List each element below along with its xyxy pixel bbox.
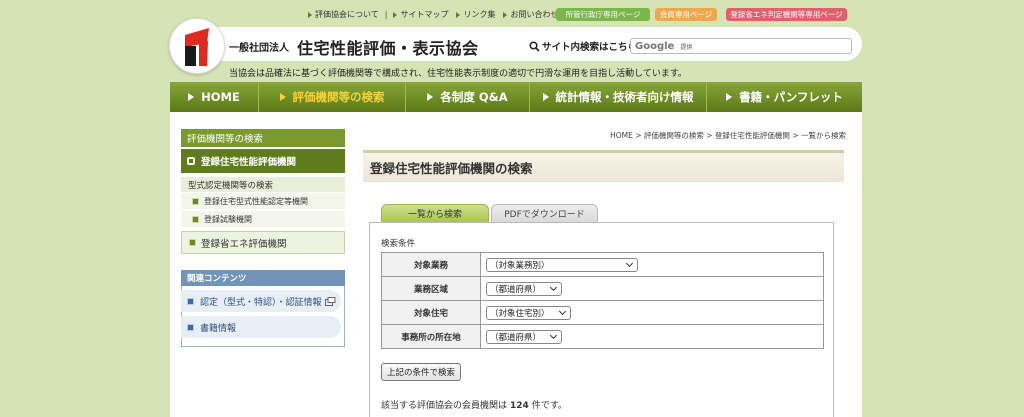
search-input[interactable]: Google 提供 [630, 38, 852, 54]
chevron-down-icon [549, 331, 558, 339]
arrow-icon [542, 93, 549, 101]
utility-links: 評価協会について | サイトマップ リンク集 お問い合わせ [308, 9, 566, 20]
nav-qa[interactable]: 各制度 Q&A [406, 82, 530, 112]
table-row: 対象住宅 （対象住宅別） [381, 300, 824, 325]
nav-statistics[interactable]: 統計情報・技術者向け情報 [530, 82, 707, 112]
triangle-icon [456, 11, 461, 18]
sidebar-subitem-testing[interactable]: 登録試験機関 [181, 211, 345, 228]
tagline: 当協会は品確法に基づく評価機関等で構成され、住宅性能表示制度の適切で円滑な運用を… [229, 69, 687, 79]
conditions-table: 対象業務 （対象業務別） 業務区域 （都道府県） 対象住宅 （対象住宅別） 事務… [381, 252, 824, 349]
square-bullet-icon [187, 323, 194, 331]
table-row: 対象業務 （対象業務別） [381, 252, 824, 277]
logo-mark-icon [185, 28, 209, 66]
external-window-icon [324, 296, 336, 306]
nav-home[interactable]: HOME [170, 82, 259, 112]
sidebar-item-energy[interactable]: 登録省エネ評価機関 [181, 231, 345, 254]
nav-books[interactable]: 書籍・パンフレット [707, 82, 862, 112]
sidebar-subtitle: 型式認定機関等の検索 [181, 177, 345, 192]
main-nav: HOME 評価機関等の検索 各制度 Q&A 統計情報・技術者向け情報 書籍・パン… [170, 82, 862, 112]
row-label: 事務所の所在地 [381, 324, 481, 349]
sidebar-heading: 評価機関等の検索 [181, 129, 345, 147]
select-office-location[interactable]: （都道府県） [486, 329, 562, 344]
table-row: 事務所の所在地 （都道府県） [381, 324, 824, 349]
arrow-icon [726, 93, 733, 101]
sidebar-item-registered-agencies[interactable]: 登録住宅性能評価機関 [181, 149, 345, 173]
related-heading: 関連コンテンツ [181, 270, 345, 286]
select-area[interactable]: （都道府県） [486, 281, 562, 296]
utility-link-sitemap[interactable]: サイトマップ [393, 9, 448, 20]
pill-member-page[interactable]: 会員専用ページ [655, 8, 717, 21]
org-prefix: 一般社団法人 [229, 43, 289, 54]
pill-energy-page[interactable]: 登録省エネ判定機関等専用ページ [726, 8, 847, 21]
select-business[interactable]: （対象業務別） [486, 257, 638, 272]
chevron-down-icon [549, 283, 558, 291]
pill-admin-page[interactable]: 所管行政庁専用ページ [556, 8, 650, 21]
search-label: サイト内検索はこちら [529, 39, 637, 53]
utility-link-about[interactable]: 評価協会について [308, 9, 379, 20]
row-label: 対象業務 [381, 252, 481, 277]
row-label: 対象住宅 [381, 300, 481, 325]
table-row: 業務区域 （都道府県） [381, 276, 824, 301]
conditions-label: 検索条件 [381, 239, 416, 249]
org-name[interactable]: 住宅性能評価・表示協会 [297, 35, 479, 59]
page-title: 登録住宅性能評価機関の検索 [363, 150, 844, 182]
tab-pdf-download[interactable]: PDFでダウンロード [491, 204, 598, 223]
result-text: 該当する評価協会の会員機関は 124 件です。 [381, 401, 567, 411]
related-item-books[interactable]: 書籍情報 [181, 316, 341, 338]
utility-link-contact[interactable]: お問い合わせ [503, 9, 558, 20]
arrow-icon [427, 93, 434, 101]
chevron-down-icon [625, 259, 634, 267]
triangle-icon [393, 11, 398, 18]
row-label: 業務区域 [381, 276, 481, 301]
chevron-down-icon [558, 307, 567, 315]
sidebar-subitem-type-certification[interactable]: 登録住宅型式性能認定等機関 [181, 193, 345, 210]
triangle-icon [503, 11, 508, 18]
utility-link-links[interactable]: リンク集 [456, 9, 495, 20]
search-icon [529, 40, 540, 52]
nav-search-agencies[interactable]: 評価機関等の検索 [259, 82, 406, 112]
tab-list-search[interactable]: 一覧から検索 [381, 204, 489, 223]
square-bullet-icon [192, 197, 199, 205]
result-count: 124 [510, 401, 529, 411]
square-bullet-icon [187, 157, 195, 165]
google-logo: Google [635, 40, 675, 52]
triangle-icon [308, 11, 312, 18]
logo[interactable] [169, 18, 225, 74]
search-button[interactable]: 上記の条件で検索 [381, 363, 462, 381]
utility-separator: | [384, 10, 388, 19]
breadcrumb: HOME > 評価機関等の検索 > 登録住宅性能評価機関 > 一覧から検索 [610, 131, 846, 140]
arrow-icon [279, 93, 286, 101]
square-bullet-icon [187, 297, 194, 305]
search-placeholder: 提供 [680, 43, 693, 51]
square-bullet-icon [189, 239, 196, 246]
arrow-icon [188, 93, 195, 101]
related-item-certification[interactable]: 認定（型式・特認）・認証情報 [181, 290, 341, 312]
square-bullet-icon [192, 215, 199, 223]
select-housing[interactable]: （対象住宅別） [486, 305, 571, 320]
